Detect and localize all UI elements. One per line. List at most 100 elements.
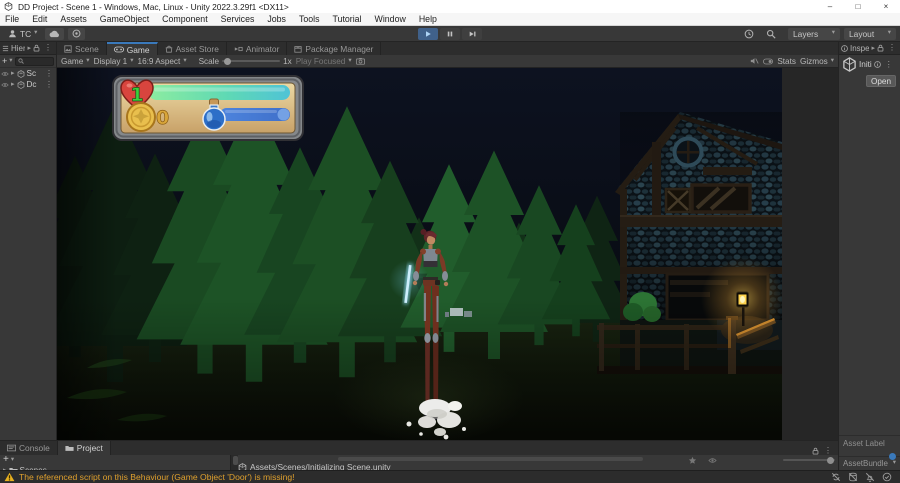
menu-services[interactable]: Services <box>221 14 255 24</box>
slider-knob[interactable] <box>827 456 834 464</box>
eye-icon[interactable] <box>1 82 9 88</box>
foldout-arrow-icon[interactable]: ▸ <box>11 70 15 77</box>
step-button[interactable] <box>462 28 482 40</box>
version-control-button[interactable] <box>68 27 86 40</box>
undo-history-button[interactable] <box>740 28 758 40</box>
animator-node-icon <box>234 46 243 51</box>
play-focused-dropdown[interactable]: Play Focused ▾ <box>296 57 352 66</box>
menu-jobs[interactable]: Jobs <box>267 14 286 24</box>
window-title: DD Project - Scene 1 - Windows, Mac, Lin… <box>18 1 289 12</box>
tab-console[interactable]: Console <box>0 441 58 455</box>
unity-asset-icon <box>843 57 856 72</box>
kebab-menu-icon[interactable]: ⋮ <box>886 44 898 52</box>
status-message[interactable]: The referenced script on this Behaviour … <box>19 472 295 482</box>
project-asset-pane: Assets/Scenes/Initializing Scene.unity <box>238 455 838 471</box>
tab-package-manager[interactable]: Package Manager <box>287 42 382 55</box>
account-dropdown[interactable]: TC ▾ <box>4 28 41 40</box>
menu-tutorial[interactable]: Tutorial <box>333 14 362 24</box>
menu-edit[interactable]: Edit <box>32 14 47 24</box>
favorite-icon[interactable] <box>688 456 697 465</box>
tab-label: Asset Store <box>175 43 219 54</box>
layers-dropdown[interactable]: Layers ▾ <box>788 27 840 40</box>
hierarchy-row-scene[interactable]: ▸ Sc ⋮ <box>0 68 56 79</box>
scale-value: 1x <box>283 56 292 66</box>
add-button[interactable]: + <box>3 455 9 465</box>
mute-audio-icon[interactable] <box>750 57 759 65</box>
tab-animator[interactable]: Animator <box>226 42 288 55</box>
kebab-menu-icon[interactable]: ⋮ <box>822 447 834 455</box>
foldout-arrow-icon[interactable]: ▸ <box>11 81 15 88</box>
game-render-area[interactable]: 1 0 <box>57 68 782 440</box>
vsync-toggle-icon[interactable] <box>763 58 774 65</box>
lock-icon[interactable] <box>33 44 40 52</box>
vertical-scrollbar[interactable] <box>230 455 238 471</box>
tab-project[interactable]: Project <box>57 441 111 455</box>
project-folder-tree: + ▾ ▸ Scenes <box>0 455 230 471</box>
refresh-disabled-icon[interactable] <box>831 472 841 482</box>
display-dropdown[interactable]: Display 1 ▾ <box>94 57 134 66</box>
horizontal-scrollbar[interactable] <box>338 457 643 461</box>
minimize-button[interactable]: – <box>816 0 844 13</box>
search-button[interactable] <box>762 28 780 40</box>
hierarchy-search-input[interactable] <box>14 56 54 66</box>
pause-button[interactable] <box>440 28 460 40</box>
check-circle-icon[interactable] <box>882 472 892 482</box>
inspector-panel: Inspe ▸ ⋮ Initi ⋮ Open Asset Label Asset… <box>838 42 900 470</box>
cache-disabled-icon[interactable] <box>848 472 858 482</box>
hierarchy-row-dontdestroy[interactable]: ▸ Dc ⋮ <box>0 79 56 90</box>
inspector-tab[interactable]: Inspe ▸ ⋮ <box>839 42 900 55</box>
menu-help[interactable]: Help <box>419 14 437 24</box>
kebab-menu-icon[interactable]: ⋮ <box>43 80 55 89</box>
gizmos-dropdown[interactable]: Gizmos ▾ <box>800 57 834 66</box>
scrollbar-thumb[interactable] <box>232 456 238 465</box>
aspect-dropdown[interactable]: 16:9 Aspect ▾ <box>138 57 187 66</box>
slider-knob[interactable] <box>224 57 232 65</box>
cloud-button[interactable] <box>45 27 65 40</box>
open-button[interactable]: Open <box>866 75 896 87</box>
play-button[interactable] <box>418 28 438 40</box>
chevron-right-icon[interactable]: ▸ <box>871 45 875 52</box>
screenshot-camera-icon[interactable] <box>355 57 365 65</box>
icon-size-slider[interactable] <box>783 456 835 464</box>
lock-icon[interactable] <box>877 44 884 52</box>
menu-file[interactable]: File <box>5 14 19 24</box>
lock-icon[interactable] <box>812 447 819 455</box>
close-button[interactable]: × <box>872 0 900 13</box>
hierarchy-tab[interactable]: Hier ▸ ⋮ <box>0 42 56 55</box>
game-scene: 1 0 <box>57 68 782 440</box>
tab-scene[interactable]: Scene <box>57 42 107 55</box>
asset-bundle-row[interactable]: AssetBundle ▾ <box>839 453 900 470</box>
game-mode-dropdown[interactable]: Game ▾ <box>61 57 90 66</box>
asset-bundle-label: AssetBundle <box>843 459 888 468</box>
eye-icon[interactable] <box>1 71 9 77</box>
kebab-menu-icon[interactable]: ⋮ <box>43 69 55 78</box>
menu-tools[interactable]: Tools <box>299 14 320 24</box>
tab-game[interactable]: Game <box>106 42 158 55</box>
game-hud: 1 0 <box>112 75 304 141</box>
menu-window[interactable]: Window <box>375 14 406 24</box>
kebab-menu-icon[interactable]: ⋮ <box>883 60 895 69</box>
menu-assets[interactable]: Assets <box>60 14 86 24</box>
stats-button[interactable]: Stats <box>777 57 796 66</box>
menu-component[interactable]: Component <box>162 14 207 24</box>
chevron-down-icon[interactable]: ▾ <box>893 460 896 467</box>
layout-dropdown[interactable]: Layout ▾ <box>844 27 896 40</box>
scale-slider[interactable] <box>222 57 281 65</box>
chevron-down-icon: ▾ <box>86 56 90 64</box>
label-tag-icon[interactable] <box>889 453 896 460</box>
project-toolbar: + ▾ <box>0 455 230 465</box>
bell-disabled-icon[interactable] <box>865 472 875 482</box>
step-icon <box>469 31 475 37</box>
chevron-right-icon[interactable]: ▸ <box>27 45 31 52</box>
tab-asset-store[interactable]: Asset Store <box>157 42 227 55</box>
hidden-eye-icon[interactable] <box>708 456 717 465</box>
chevron-down-icon[interactable]: ▾ <box>11 456 14 464</box>
kebab-menu-icon[interactable]: ⋮ <box>42 44 54 52</box>
maximize-button[interactable]: □ <box>844 0 872 13</box>
game-mode-label: Game <box>61 56 84 66</box>
add-button[interactable]: + <box>2 56 7 66</box>
menu-gameobject[interactable]: GameObject <box>100 14 149 24</box>
chevron-down-icon[interactable]: ▾ <box>9 57 12 65</box>
status-bar[interactable]: The referenced script on this Behaviour … <box>0 470 900 483</box>
help-info-icon[interactable] <box>873 61 881 68</box>
